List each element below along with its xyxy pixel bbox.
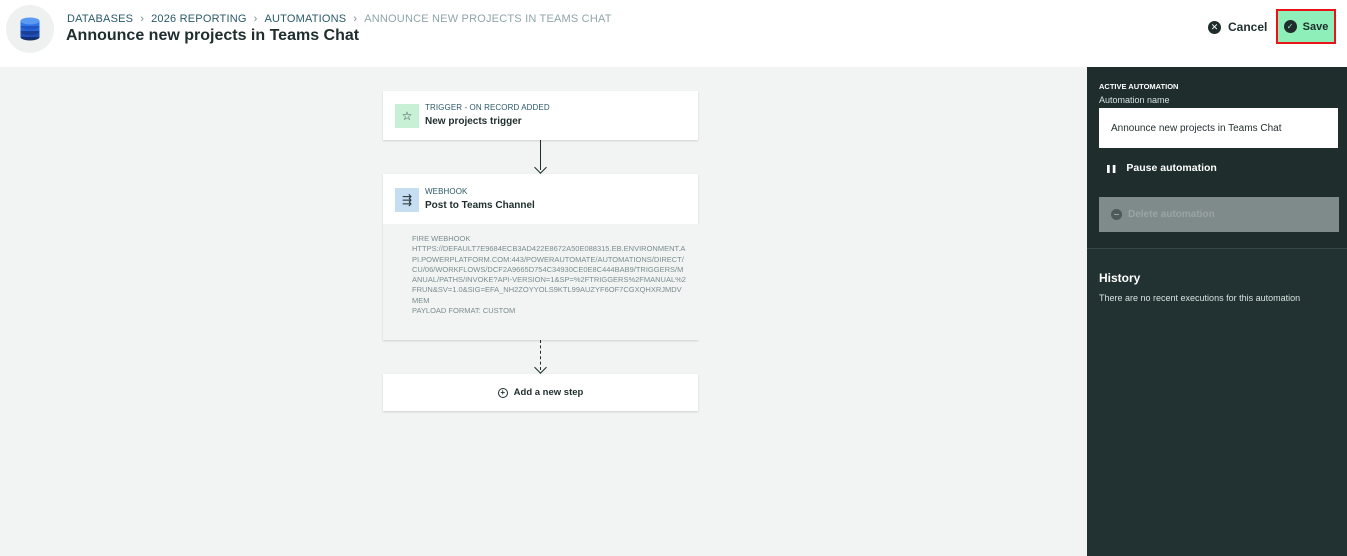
trigger-kind: TRIGGER - ON RECORD ADDED [425, 103, 550, 112]
close-circle-icon: ✕ [1208, 20, 1221, 34]
automation-name-label: Automation name [1099, 95, 1170, 105]
arrow-down-icon [534, 161, 547, 174]
add-step-label: Add a new step [513, 387, 584, 398]
chevron-right-icon: › [253, 13, 258, 25]
breadcrumb-databases[interactable]: DATABASES [67, 13, 133, 25]
webhook-kind: WEBHOOK [425, 187, 468, 196]
minus-circle-icon [1111, 209, 1122, 220]
cancel-label: Cancel [1228, 20, 1268, 34]
panel-kicker: ACTIVE AUTOMATION [1099, 82, 1179, 91]
webhook-payload-format: PAYLOAD FORMAT: CUSTOM [412, 306, 516, 316]
app-header: DATABASES › 2026 REPORTING › AUTOMATIONS… [0, 0, 1347, 67]
breadcrumb-automations[interactable]: AUTOMATIONS [264, 13, 346, 25]
add-step-button[interactable]: + Add a new step [383, 374, 698, 411]
webhook-name: Post to Teams Channel [425, 200, 535, 211]
database-icon [6, 5, 54, 53]
trigger-step-card[interactable]: ☆ TRIGGER - ON RECORD ADDED New projects… [383, 91, 698, 140]
pause-label: Pause automation [1126, 162, 1217, 174]
webhook-arrows-icon: ⇶ [395, 188, 419, 212]
pause-automation-button[interactable]: ❚❚ Pause automation [1105, 162, 1217, 174]
arrow-down-icon [534, 361, 547, 374]
breadcrumb-current: ANNOUNCE NEW PROJECTS IN TEAMS CHAT [364, 13, 612, 25]
breadcrumb-reporting[interactable]: 2026 REPORTING [151, 13, 247, 25]
history-empty-message: There are no recent executions for this … [1099, 293, 1301, 303]
delete-label: Delete automation [1128, 209, 1215, 220]
history-title: History [1099, 271, 1141, 285]
chevron-right-icon: › [140, 13, 145, 25]
star-icon: ☆ [395, 104, 419, 128]
webhook-step-card[interactable]: ⇶ WEBHOOK Post to Teams Channel FIRE WEB… [383, 174, 699, 340]
save-button[interactable]: ✓ Save [1276, 9, 1336, 44]
webhook-url: HTTPS://DEFAULT7E9684ECB3AD422E8672A50E0… [412, 244, 686, 305]
automation-settings-panel: ACTIVE AUTOMATION Automation name ❚❚ Pau… [1087, 67, 1347, 556]
webhook-details: FIRE WEBHOOK HTTPS://DEFAULT7E9684ECB3AD… [383, 224, 699, 340]
breadcrumb: DATABASES › 2026 REPORTING › AUTOMATIONS… [67, 13, 612, 25]
webhook-details-heading: FIRE WEBHOOK [412, 234, 471, 243]
panel-settings-section: ACTIVE AUTOMATION Automation name ❚❚ Pau… [1087, 67, 1347, 249]
delete-automation-button[interactable]: Delete automation [1099, 197, 1339, 232]
trigger-name: New projects trigger [425, 116, 522, 127]
save-label: Save [1302, 20, 1329, 33]
cancel-button[interactable]: ✕ Cancel [1202, 15, 1273, 39]
automation-name-input[interactable] [1099, 108, 1338, 148]
check-circle-icon: ✓ [1283, 20, 1297, 33]
plus-circle-icon: + [497, 387, 508, 398]
chevron-right-icon: › [353, 13, 358, 25]
pause-icon: ❚❚ [1105, 163, 1117, 173]
page-title: Announce new projects in Teams Chat [66, 27, 360, 44]
